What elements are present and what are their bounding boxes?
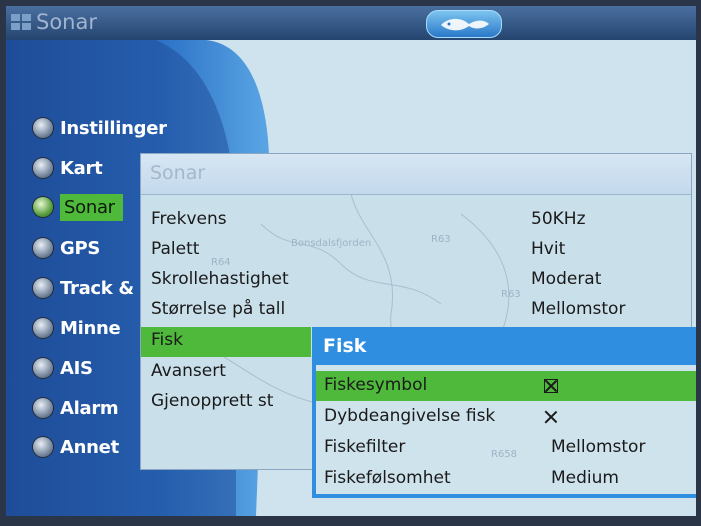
ship-icon xyxy=(33,358,53,378)
title-bar: Sonar xyxy=(6,6,696,40)
fish-logo-icon xyxy=(441,18,489,31)
menu-row-dybdeangivelse-fisk[interactable]: Dybdeangivelse fisk xyxy=(316,402,696,432)
alarm-icon xyxy=(33,398,53,418)
menu-row-fiskesymbol[interactable]: Fiskesymbol xyxy=(316,371,696,401)
sidebar-item-track[interactable]: Track & xyxy=(33,273,134,303)
sidebar-item-gps[interactable]: GPS xyxy=(33,233,100,263)
sonar-panel-header: Sonar xyxy=(141,154,691,195)
memory-icon xyxy=(33,318,53,338)
row-value: Mellomstor xyxy=(531,299,626,319)
sidebar-item-label: AIS xyxy=(60,357,93,379)
sonar-icon xyxy=(33,197,53,217)
brand-logo xyxy=(426,10,502,38)
sidebar-item-label: Kart xyxy=(60,157,103,179)
sidebar-item-alarm[interactable]: Alarm xyxy=(33,393,119,423)
row-label: Fiskesymbol xyxy=(324,375,428,395)
sidebar-item-label: Sonar xyxy=(60,193,123,221)
menu-row-fisk[interactable]: Fisk xyxy=(141,327,311,357)
row-value: 50KHz xyxy=(531,209,586,229)
row-label: Fiskefilter xyxy=(324,437,406,457)
row-value: Mellomstor xyxy=(551,437,646,457)
sidebar-item-ais[interactable]: AIS xyxy=(33,353,93,383)
menu-row-storrelse-pa-tall[interactable]: Størrelse på tall Mellomstor xyxy=(141,296,691,326)
row-label: Avansert xyxy=(151,361,226,381)
sonar-app-icon xyxy=(11,14,31,30)
sidebar-item-label: Alarm xyxy=(60,397,119,419)
fisk-panel-header: Fisk xyxy=(316,331,696,365)
row-label: Skrollehastighet xyxy=(151,269,289,289)
track-icon xyxy=(33,278,53,298)
sidebar-item-label: Minne xyxy=(60,317,121,339)
sidebar-item-sonar[interactable]: Sonar xyxy=(33,192,123,222)
menu-row-frekvens[interactable]: Frekvens 50KHz xyxy=(141,206,691,236)
row-label: Fisk xyxy=(151,330,183,350)
checkbox-checked-icon xyxy=(544,379,558,393)
row-value: Moderat xyxy=(531,269,602,289)
sidebar-item-instillinger[interactable]: Instillinger xyxy=(33,113,167,143)
row-value: Medium xyxy=(551,468,619,488)
panel-title: Fisk xyxy=(323,335,367,357)
row-label: Fiskefølsomhet xyxy=(324,468,451,488)
row-label: Frekvens xyxy=(151,209,227,229)
menu-row-fiskefolsomhet[interactable]: Fiskefølsomhet Medium xyxy=(316,464,696,494)
sonar-screen: Sonar Instillinger Kart Sonar GPS Track … xyxy=(6,6,696,516)
globe-icon xyxy=(33,158,53,178)
sidebar-item-minne[interactable]: Minne xyxy=(33,313,121,343)
checkbox-checked-icon xyxy=(544,410,558,424)
sidebar-item-label: Track & xyxy=(60,277,134,299)
sidebar-item-kart[interactable]: Kart xyxy=(33,153,103,183)
row-label: Gjenopprett st xyxy=(151,391,274,411)
fiskesymbol-checkbox[interactable] xyxy=(544,378,558,398)
sidebar-item-label: Annet xyxy=(60,436,119,458)
menu-row-skrollehastighet[interactable]: Skrollehastighet Moderat xyxy=(141,266,691,296)
other-icon xyxy=(33,437,53,457)
row-label: Dybdeangivelse fisk xyxy=(324,406,496,426)
menu-row-palett[interactable]: Palett Hvit xyxy=(141,236,691,266)
sidebar-item-label: Instillinger xyxy=(60,117,167,139)
gear-icon xyxy=(33,118,53,138)
row-value: Hvit xyxy=(531,239,566,259)
panel-title: Sonar xyxy=(150,162,206,184)
menu-row-fiskefilter[interactable]: Fiskefilter Mellomstor xyxy=(316,433,696,463)
sidebar-item-annet[interactable]: Annet xyxy=(33,432,119,462)
satellite-icon xyxy=(33,238,53,258)
fisk-settings-panel: R658 Fisk Fiskesymbol Dybdeangivelse fis… xyxy=(312,327,696,498)
sidebar-item-label: GPS xyxy=(60,237,101,259)
row-label: Størrelse på tall xyxy=(151,299,286,319)
window-title: Sonar xyxy=(36,10,97,34)
row-label: Palett xyxy=(151,239,200,259)
dybdeangivelse-checkbox[interactable] xyxy=(544,409,558,429)
